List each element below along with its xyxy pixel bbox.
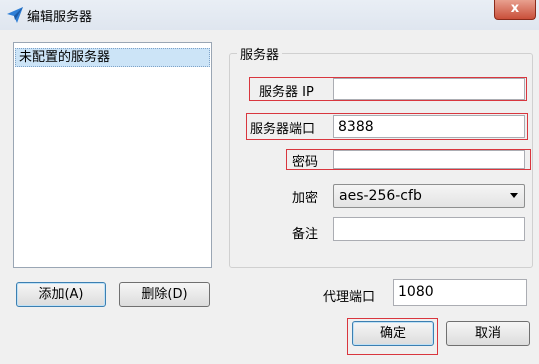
delete-button[interactable]: 删除(D) [119,282,210,307]
server-group-title: 服务器 [237,44,283,63]
server-ip-label: 服务器 IP [259,85,314,100]
encryption-label: 加密 [292,191,319,206]
encryption-select[interactable]: aes-256-cfb [333,184,525,208]
password-input[interactable] [333,150,525,169]
server-list[interactable]: 未配置的服务器 [13,42,212,268]
server-ip-input[interactable] [333,78,525,100]
remarks-label: 备注 [292,227,319,242]
paper-plane-icon [7,7,23,23]
cancel-button[interactable]: 取消 [446,321,530,346]
window-title: 编辑服务器 [27,10,93,25]
server-port-label: 服务器端口 [250,122,316,137]
edit-server-dialog: 编辑服务器 x 未配置的服务器 服务器 服务器 IP 服务器端口 8388 密码… [0,0,539,364]
encryption-value: aes-256-cfb [339,188,422,204]
close-button[interactable]: x [494,0,536,20]
add-button[interactable]: 添加(A) [16,282,106,307]
chevron-down-icon [510,193,518,198]
ok-button[interactable]: 确定 [352,321,434,346]
remarks-input[interactable] [333,217,525,241]
proxy-port-label: 代理端口 [323,290,376,305]
proxy-port-input[interactable]: 1080 [393,279,527,306]
password-label: 密码 [292,155,319,170]
title-bar: 编辑服务器 x [0,0,539,30]
list-item[interactable]: 未配置的服务器 [15,48,210,67]
server-port-input[interactable]: 8388 [333,115,525,138]
close-icon: x [510,1,520,16]
